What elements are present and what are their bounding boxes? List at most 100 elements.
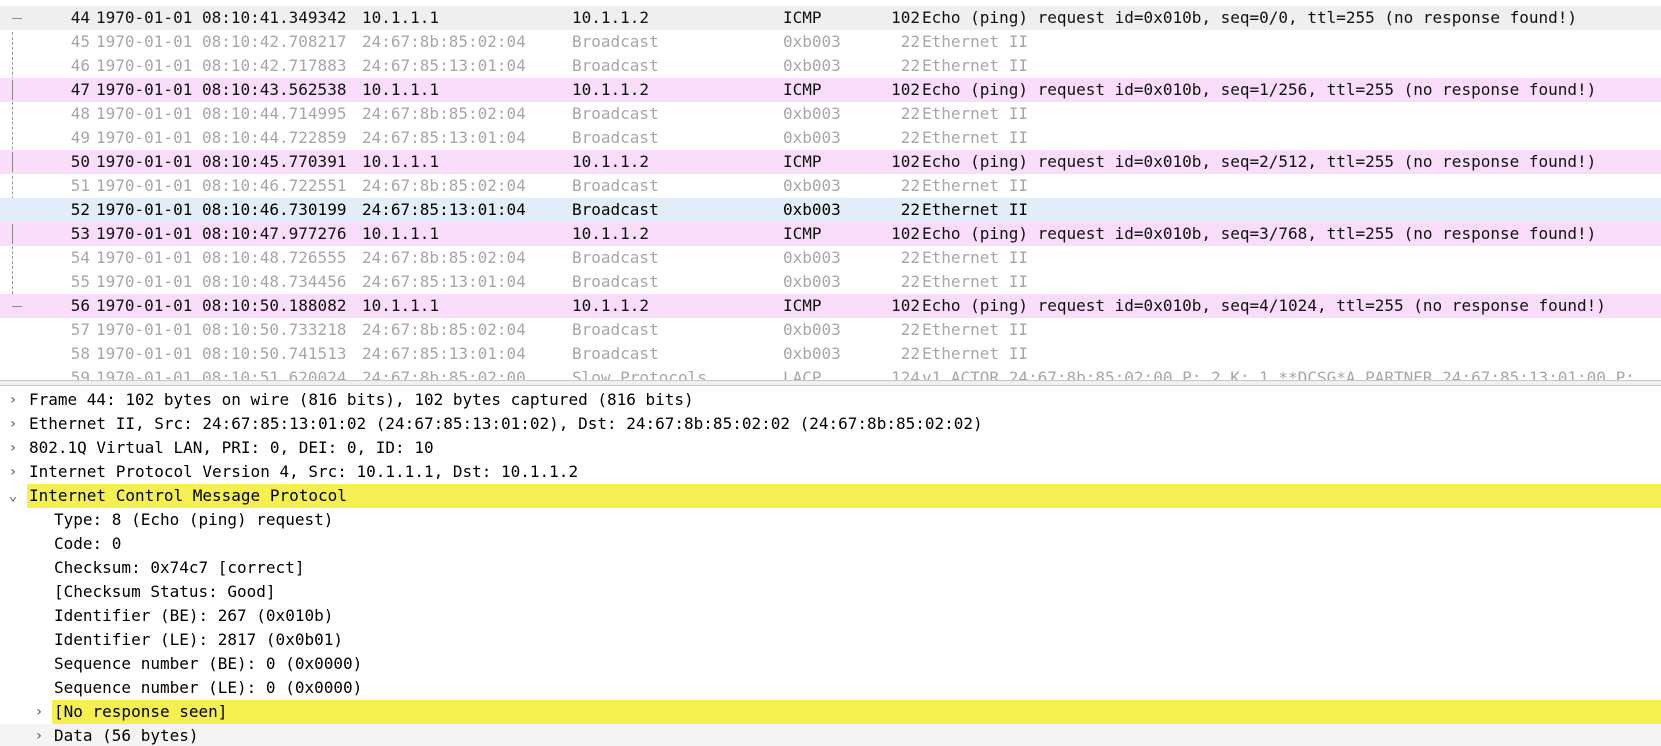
- detail-tree-item[interactable]: › 802.1Q Virtual LAN, PRI: 0, DEI: 0, ID:…: [0, 436, 1661, 460]
- packet-number: 55: [70, 272, 90, 291]
- chevron-right-icon[interactable]: ›: [6, 460, 20, 484]
- packet-length: 102: [891, 152, 920, 171]
- packet-destination: Broadcast: [572, 32, 659, 51]
- packet-source: 24:67:8b:85:02:04: [362, 104, 526, 123]
- detail-tree-item[interactable]: › Internet Protocol Version 4, Src: 10.1.…: [0, 460, 1661, 484]
- packet-source: 24:67:8b:85:02:04: [362, 248, 526, 267]
- packet-number: 50: [70, 152, 90, 171]
- packet-length: 102: [891, 8, 920, 27]
- packet-row[interactable]: 48 1970-01-01 08:10:44.714995 24:67:8b:85:…: [0, 102, 1661, 126]
- packet-info: Ethernet II: [922, 344, 1028, 363]
- packet-destination: 10.1.1.2: [572, 152, 650, 171]
- highlight-band: [52, 700, 1661, 724]
- packet-destination: 10.1.1.2: [572, 80, 650, 99]
- packet-protocol: 0xb003: [783, 344, 841, 363]
- packet-length: 22: [900, 344, 920, 363]
- detail-tree-label: Data (56 bytes): [54, 726, 199, 745]
- detail-tree-item[interactable]: › [No response seen]: [0, 700, 1661, 724]
- detail-tree-item[interactable]: [Checksum Status: Good]: [0, 580, 1661, 604]
- packet-protocol: ICMP: [783, 296, 822, 315]
- detail-tree-item[interactable]: Code: 0: [0, 532, 1661, 556]
- packet-row[interactable]: 56 1970-01-01 08:10:50.188082 10.1.1.1 10.1…: [0, 294, 1661, 318]
- packet-number: 48: [70, 104, 90, 123]
- detail-tree-item[interactable]: Checksum: 0x74c7 [correct]: [0, 556, 1661, 580]
- packet-row[interactable]: 53 1970-01-01 08:10:47.977276 10.1.1.1 10.1…: [0, 222, 1661, 246]
- packet-info: Echo (ping) request id=0x010b, seq=2/512…: [922, 152, 1597, 171]
- detail-tree-label: Checksum: 0x74c7 [correct]: [54, 558, 305, 577]
- packet-time: 1970-01-01 08:10:46.722551: [96, 176, 347, 195]
- detail-tree-item[interactable]: › Ethernet II, Src: 24:67:85:13:01:02 (24…: [0, 412, 1661, 436]
- detail-tree-item[interactable]: › Frame 44: 102 bytes on wire (816 bits),…: [0, 388, 1661, 412]
- packet-row[interactable]: 50 1970-01-01 08:10:45.770391 10.1.1.1 10.1…: [0, 150, 1661, 174]
- packet-details-tree[interactable]: › Frame 44: 102 bytes on wire (816 bits),…: [0, 386, 1661, 746]
- packet-row[interactable]: 45 1970-01-01 08:10:42.708217 24:67:8b:85:…: [0, 30, 1661, 54]
- packet-list[interactable]: 44 1970-01-01 08:10:41.349342 10.1.1.1 10.1…: [0, 0, 1661, 380]
- packet-row[interactable]: 49 1970-01-01 08:10:44.722859 24:67:85:13:…: [0, 126, 1661, 150]
- packet-info: Ethernet II: [922, 176, 1028, 195]
- packet-number: 57: [70, 320, 90, 339]
- detail-tree-label: Internet Control Message Protocol: [29, 486, 347, 505]
- packet-row[interactable]: 55 1970-01-01 08:10:48.734456 24:67:85:13:…: [0, 270, 1661, 294]
- packet-info: Ethernet II: [922, 272, 1028, 291]
- packet-row[interactable]: 51 1970-01-01 08:10:46.722551 24:67:8b:85:…: [0, 174, 1661, 198]
- packet-source: 24:67:85:13:01:04: [362, 56, 526, 75]
- packet-destination: 10.1.1.2: [572, 224, 650, 243]
- packet-destination: Broadcast: [572, 272, 659, 291]
- packet-source: 24:67:8b:85:02:04: [362, 32, 526, 51]
- packet-protocol: ICMP: [783, 224, 822, 243]
- packet-length: 22: [900, 56, 920, 75]
- packet-time: 1970-01-01 08:10:51.620024: [96, 368, 347, 380]
- packet-info: Ethernet II: [922, 32, 1028, 51]
- packet-source: 10.1.1.1: [362, 224, 440, 243]
- related-packet-start-marker: [12, 18, 22, 19]
- packet-protocol: 0xb003: [783, 200, 841, 219]
- packet-number: 45: [70, 32, 90, 51]
- detail-tree-label: Ethernet II, Src: 24:67:85:13:01:02 (24:…: [29, 414, 983, 433]
- packet-length: 22: [900, 200, 920, 219]
- chevron-right-icon[interactable]: ›: [32, 724, 46, 746]
- packet-time: 1970-01-01 08:10:50.741513: [96, 344, 347, 363]
- chevron-right-icon[interactable]: ›: [6, 436, 20, 460]
- packet-time: 1970-01-01 08:10:42.717883: [96, 56, 347, 75]
- detail-tree-label: 802.1Q Virtual LAN, PRI: 0, DEI: 0, ID: …: [29, 438, 434, 457]
- packet-protocol: 0xb003: [783, 176, 841, 195]
- detail-tree-item[interactable]: ⌄ Internet Control Message Protocol: [0, 484, 1661, 508]
- detail-tree-item[interactable]: Identifier (LE): 2817 (0x0b01): [0, 628, 1661, 652]
- detail-tree-item[interactable]: Sequence number (BE): 0 (0x0000): [0, 652, 1661, 676]
- chevron-right-icon[interactable]: ›: [6, 412, 20, 436]
- detail-tree-label: Frame 44: 102 bytes on wire (816 bits), …: [29, 390, 694, 409]
- packet-time: 1970-01-01 08:10:44.722859: [96, 128, 347, 147]
- detail-tree-label: Sequence number (BE): 0 (0x0000): [54, 654, 363, 673]
- packet-time: 1970-01-01 08:10:42.708217: [96, 32, 347, 51]
- packet-time: 1970-01-01 08:10:46.730199: [96, 200, 347, 219]
- packet-row[interactable]: 54 1970-01-01 08:10:48.726555 24:67:8b:85:…: [0, 246, 1661, 270]
- packet-source: 24:67:85:13:01:04: [362, 200, 526, 219]
- detail-tree-item[interactable]: Identifier (BE): 267 (0x010b): [0, 604, 1661, 628]
- packet-source: 10.1.1.1: [362, 80, 440, 99]
- packet-info: Echo (ping) request id=0x010b, seq=1/256…: [922, 80, 1597, 99]
- detail-tree-item[interactable]: Sequence number (LE): 0 (0x0000): [0, 676, 1661, 700]
- packet-source: 24:67:8b:85:02:04: [362, 176, 526, 195]
- chevron-right-icon[interactable]: ›: [32, 700, 46, 724]
- packet-row[interactable]: 57 1970-01-01 08:10:50.733218 24:67:8b:85:…: [0, 318, 1661, 342]
- packet-row[interactable]: 58 1970-01-01 08:10:50.741513 24:67:85:13:…: [0, 342, 1661, 366]
- packet-row[interactable]: 52 1970-01-01 08:10:46.730199 24:67:85:13:…: [0, 198, 1661, 222]
- packet-protocol: 0xb003: [783, 272, 841, 291]
- packet-row[interactable]: 44 1970-01-01 08:10:41.349342 10.1.1.1 10.1…: [0, 6, 1661, 30]
- chevron-down-icon[interactable]: ⌄: [6, 484, 20, 508]
- packet-row[interactable]: 59 1970-01-01 08:10:51.620024 24:67:8b:85:…: [0, 366, 1661, 380]
- packet-number: 58: [70, 344, 90, 363]
- packet-source: 24:67:8b:85:02:00: [362, 368, 526, 380]
- packet-number: 59: [70, 368, 90, 380]
- packet-row[interactable]: 46 1970-01-01 08:10:42.717883 24:67:85:13:…: [0, 54, 1661, 78]
- detail-tree-item[interactable]: Type: 8 (Echo (ping) request): [0, 508, 1661, 532]
- detail-tree-label: Identifier (BE): 267 (0x010b): [54, 606, 334, 625]
- packet-source: 24:67:85:13:01:04: [362, 344, 526, 363]
- packet-info: Ethernet II: [922, 104, 1028, 123]
- detail-tree-item[interactable]: › Data (56 bytes): [0, 724, 1661, 746]
- packet-row[interactable]: 47 1970-01-01 08:10:43.562538 10.1.1.1 10.1…: [0, 78, 1661, 102]
- packet-length: 22: [900, 104, 920, 123]
- chevron-right-icon[interactable]: ›: [6, 388, 20, 412]
- packet-length: 22: [900, 32, 920, 51]
- packet-source: 10.1.1.1: [362, 8, 440, 27]
